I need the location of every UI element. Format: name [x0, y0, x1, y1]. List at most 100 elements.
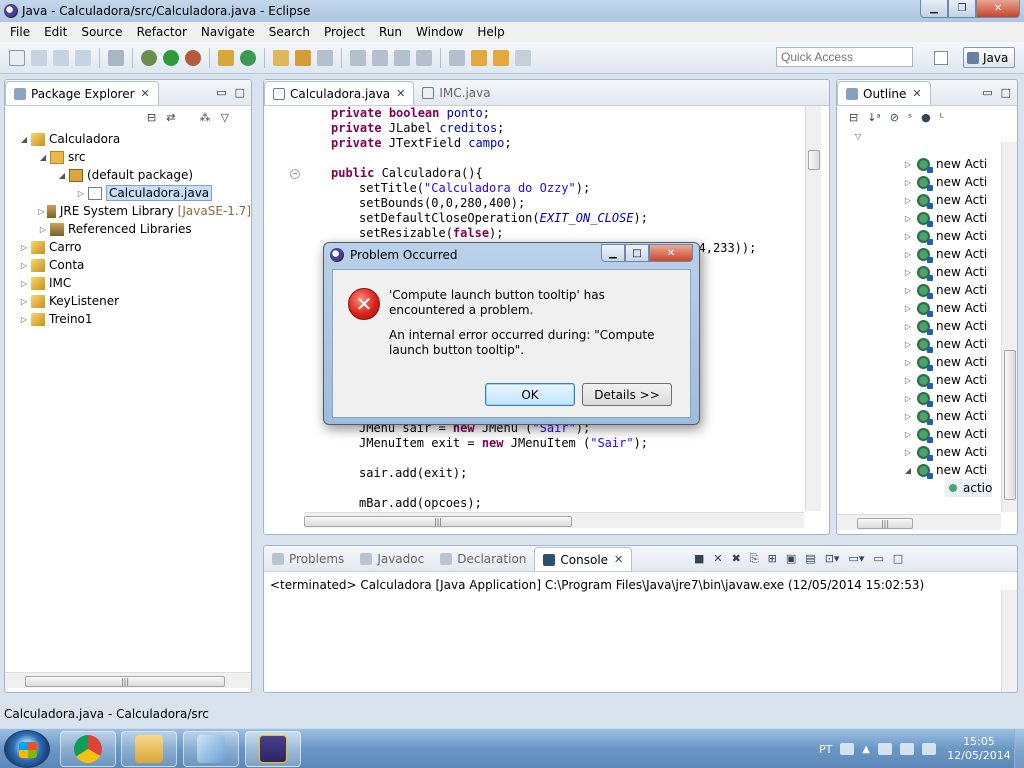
save-icon[interactable] [31, 49, 47, 66]
outline-item[interactable]: ▷ new Acti [903, 245, 987, 263]
menu-help[interactable]: Help [470, 25, 511, 39]
start-button[interactable] [4, 730, 50, 768]
open-task-icon[interactable] [317, 49, 333, 66]
tab-editor-file[interactable]: IMC.java [414, 81, 498, 105]
new-icon[interactable] [9, 49, 25, 66]
menu-project[interactable]: Project [317, 25, 372, 39]
language-indicator[interactable]: PT [819, 743, 832, 756]
tree-item[interactable]: ▷ Referenced Libraries [5, 220, 251, 238]
taskbar-eclipse[interactable] [245, 731, 301, 767]
scroll-thumb[interactable]: ||| [304, 516, 572, 527]
collapsed-twisty-icon[interactable]: ▷ [903, 358, 913, 367]
expanded-twisty-icon[interactable]: ◢ [57, 171, 67, 180]
show-whitespace-icon[interactable] [416, 49, 432, 66]
collapse-all-icon[interactable]: ⊟ [147, 111, 156, 124]
outline-item[interactable]: ▷ new Acti [903, 317, 987, 335]
menu-window[interactable]: Window [409, 25, 470, 39]
tree-item[interactable]: ◢ src [5, 148, 251, 166]
outline-item[interactable]: ▷ new Acti [903, 443, 987, 461]
collapsed-twisty-icon[interactable]: ▷ [903, 340, 913, 349]
chevron-up-icon[interactable]: ▲ [862, 744, 870, 755]
show-on-output-icon[interactable]: ▤ [805, 552, 815, 566]
outline-horizontal-scrollbar[interactable]: ||| [837, 514, 1001, 530]
tree-item[interactable]: ◢ Calculadora [5, 130, 251, 148]
outline-item[interactable]: ▷ new Acti [903, 425, 987, 443]
link-editor-icon[interactable]: ⇄ [166, 111, 175, 124]
new-java-project-icon[interactable] [218, 49, 234, 66]
outline-item[interactable]: ▷ new Acti [903, 335, 987, 353]
outline-item[interactable]: ▷ new Acti [903, 353, 987, 371]
open-perspective-icon[interactable] [934, 51, 948, 65]
tab-package-explorer[interactable]: Package Explorer ✕ [5, 81, 159, 105]
outline-item[interactable]: ▷ new Acti [903, 173, 987, 191]
collapsed-twisty-icon[interactable]: ▷ [903, 232, 913, 241]
collapsed-twisty-icon[interactable]: ▷ [903, 322, 913, 331]
menu-source[interactable]: Source [74, 25, 129, 39]
restore-button[interactable]: ❐ [948, 0, 976, 18]
collapsed-twisty-icon[interactable]: ▷ [903, 430, 913, 439]
forward-icon[interactable] [515, 49, 531, 66]
new-class-icon[interactable] [240, 49, 256, 66]
collapsed-twisty-icon[interactable]: ▷ [38, 225, 48, 234]
collapsed-twisty-icon[interactable]: ▷ [903, 448, 913, 457]
tree-item[interactable]: ▷ KeyListener [5, 292, 251, 310]
outline-item[interactable]: ▷ new Acti [903, 191, 987, 209]
maximize-view-icon[interactable]: □ [235, 86, 245, 99]
open-console-icon[interactable]: ⊡▾ [825, 552, 840, 566]
collapsed-twisty-icon[interactable]: ▷ [903, 394, 913, 403]
expanded-twisty-icon[interactable]: ◢ [903, 466, 913, 475]
details-button[interactable]: Details >> [582, 383, 672, 406]
debug-icon[interactable] [141, 49, 157, 66]
tab-declaration[interactable]: Declaration [432, 547, 534, 571]
tree-item[interactable]: ▷ Carro [5, 238, 251, 256]
scroll-lock-icon[interactable]: ⊞ [768, 552, 777, 566]
outline-item[interactable]: ▷ new Acti [903, 407, 987, 425]
menu-search[interactable]: Search [262, 25, 317, 39]
collapsed-twisty-icon[interactable]: ▷ [903, 160, 913, 169]
taskbar-chrome[interactable] [60, 731, 116, 767]
scroll-thumb[interactable] [808, 150, 820, 170]
run-icon[interactable] [163, 49, 179, 66]
outline-item[interactable]: ▷ new Acti [903, 281, 987, 299]
back-icon[interactable] [493, 49, 509, 66]
tab-javadoc[interactable]: Javadoc [352, 547, 432, 571]
outline-item[interactable]: ▷ new Acti [903, 299, 987, 317]
expanded-twisty-icon[interactable]: ◢ [38, 153, 48, 162]
outline-item[interactable]: ▷ new Acti [903, 209, 987, 227]
outline-item[interactable]: ▷ new Acti [903, 371, 987, 389]
quick-access-input[interactable] [776, 47, 913, 67]
outline-child-item[interactable]: actio [945, 479, 993, 497]
back-arrow-icon[interactable] [471, 49, 487, 66]
ok-button[interactable]: OK [485, 383, 575, 406]
pin-console-icon[interactable]: ▣ [786, 552, 796, 566]
menu-file[interactable]: File [3, 25, 37, 39]
scroll-thumb[interactable]: ||| [25, 676, 225, 687]
terminate-icon[interactable]: ■ [694, 552, 704, 566]
volume-icon[interactable] [922, 743, 936, 755]
collapsed-twisty-icon[interactable]: ▷ [903, 268, 913, 277]
collapsed-twisty-icon[interactable]: ▷ [19, 261, 29, 270]
tree-item[interactable]: ▷ Conta [5, 256, 251, 274]
outline-item[interactable]: ◢ new Acti [903, 461, 987, 479]
outline-item[interactable]: ▷ new Acti [903, 263, 987, 281]
keyboard-icon[interactable] [840, 743, 855, 755]
collapsed-twisty-icon[interactable]: ▷ [19, 243, 29, 252]
scroll-thumb[interactable] [1004, 350, 1016, 500]
collapsed-twisty-icon[interactable]: ▷ [903, 196, 913, 205]
annotation-next-icon[interactable] [350, 49, 366, 66]
collapsed-twisty-icon[interactable]: ▷ [19, 315, 29, 324]
editor-vertical-scrollbar[interactable] [805, 106, 821, 511]
minimize-view-icon[interactable]: ▭ [873, 552, 883, 566]
collapsed-twisty-icon[interactable]: ▷ [19, 297, 29, 306]
tab-editor-file[interactable]: Calculadora.java ✕ [264, 81, 415, 105]
java-perspective-button[interactable]: Java [963, 47, 1015, 68]
print-icon[interactable] [75, 49, 91, 66]
horizontal-scrollbar[interactable]: ||| [5, 672, 251, 688]
collapsed-twisty-icon[interactable]: ▷ [903, 250, 913, 259]
menu-run[interactable]: Run [372, 25, 409, 39]
fold-toggle-icon[interactable]: − [290, 169, 300, 179]
minimize-view-icon[interactable]: ▭ [216, 86, 226, 99]
minimize-button[interactable]: ▁ [920, 0, 948, 18]
collapsed-twisty-icon[interactable]: ▷ [38, 207, 45, 216]
maximize-button[interactable]: □ [625, 244, 649, 262]
